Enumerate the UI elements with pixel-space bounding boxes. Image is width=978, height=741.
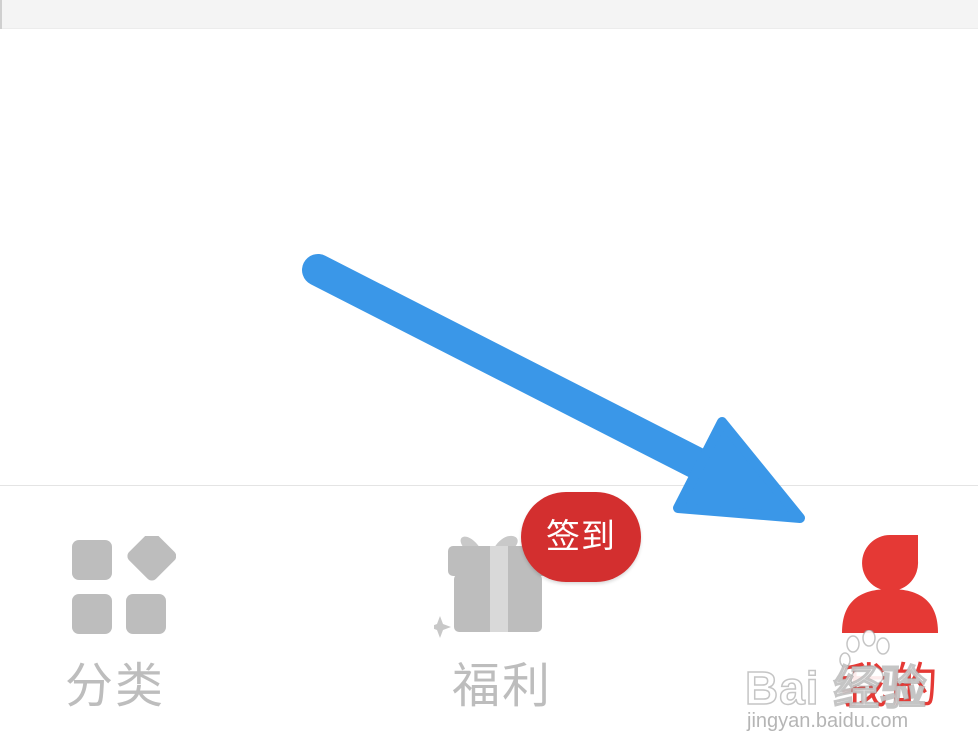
tab-mine-label: 我的 [840,658,941,714]
app-screen: 分类 福利 我的 签到 Bai 经验 jingyan.baidu.com [0,0,978,741]
tab-category[interactable]: 分类 [40,486,220,741]
checkin-badge[interactable]: 签到 [521,492,641,582]
content-area [0,29,978,485]
category-grid-icon [70,531,177,636]
bottom-tab-bar: 分类 福利 我的 [0,485,978,741]
tab-welfare-label: 福利 [452,658,553,714]
checkin-badge-label: 签到 [546,517,616,557]
tab-mine[interactable]: 我的 [810,486,978,741]
top-bar [0,0,978,29]
user-profile-icon [840,531,940,635]
tab-category-label: 分类 [65,658,166,714]
